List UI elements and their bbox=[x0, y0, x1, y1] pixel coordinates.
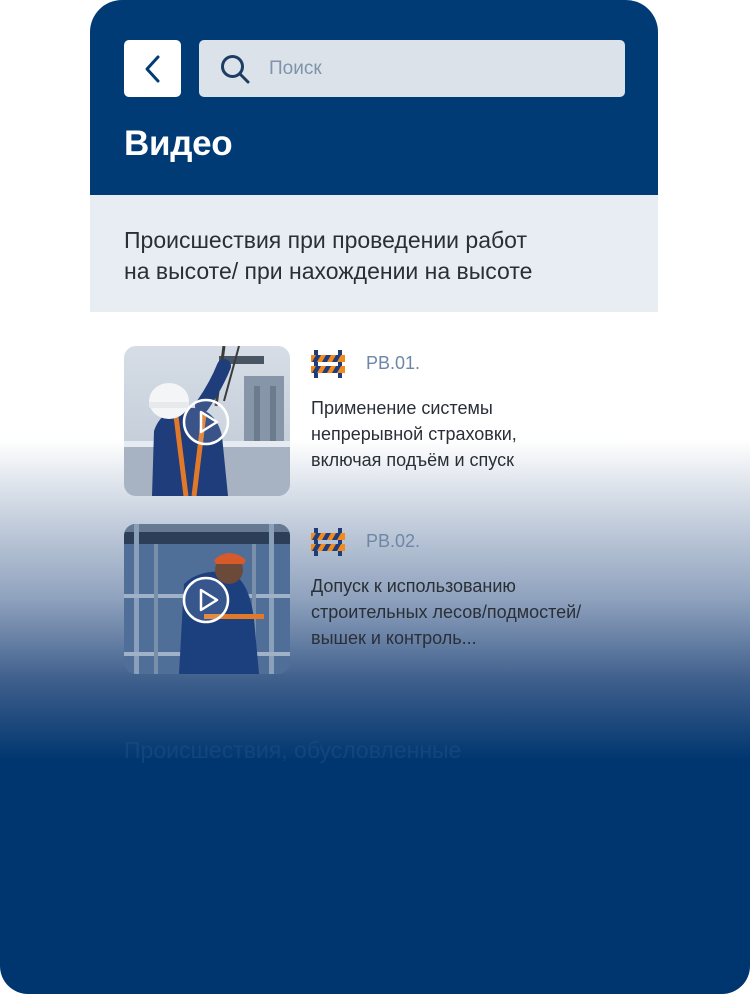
header: Видео bbox=[90, 0, 658, 195]
play-icon bbox=[182, 576, 230, 624]
video-code: РВ.01. bbox=[366, 353, 421, 373]
video-thumbnail[interactable] bbox=[124, 524, 290, 674]
next-section-title: Происшествия, обусловленные bbox=[124, 737, 462, 763]
section-title: Происшествия при проведении работ на выс… bbox=[124, 227, 533, 284]
video-thumbnail[interactable] bbox=[124, 346, 290, 496]
video-title: Допуск к использованию строительных лесо… bbox=[311, 576, 582, 648]
back-button[interactable] bbox=[124, 40, 181, 97]
search-input[interactable] bbox=[269, 40, 609, 97]
video-item[interactable]: РВ.02. Допуск к использованию строительн… bbox=[124, 524, 624, 674]
road-barrier-icon bbox=[311, 350, 345, 378]
chevron-left-icon bbox=[145, 55, 159, 82]
play-icon bbox=[182, 398, 230, 446]
search-bar[interactable] bbox=[199, 40, 625, 97]
search-icon bbox=[221, 55, 250, 84]
video-title: Применение системы непрерывной страховки… bbox=[311, 398, 517, 470]
phone-screen: Видео Происшествия при проведении работ … bbox=[90, 0, 658, 994]
screen: Видео Происшествия при проведении работ … bbox=[0, 0, 750, 994]
section-header: Происшествия при проведении работ на выс… bbox=[90, 195, 658, 312]
video-code: РВ.02. bbox=[366, 531, 421, 551]
video-item[interactable]: РВ.01. Применение системы непрерывной ст… bbox=[124, 346, 624, 496]
road-barrier-icon bbox=[311, 528, 345, 556]
page-title: Видео bbox=[124, 124, 233, 163]
